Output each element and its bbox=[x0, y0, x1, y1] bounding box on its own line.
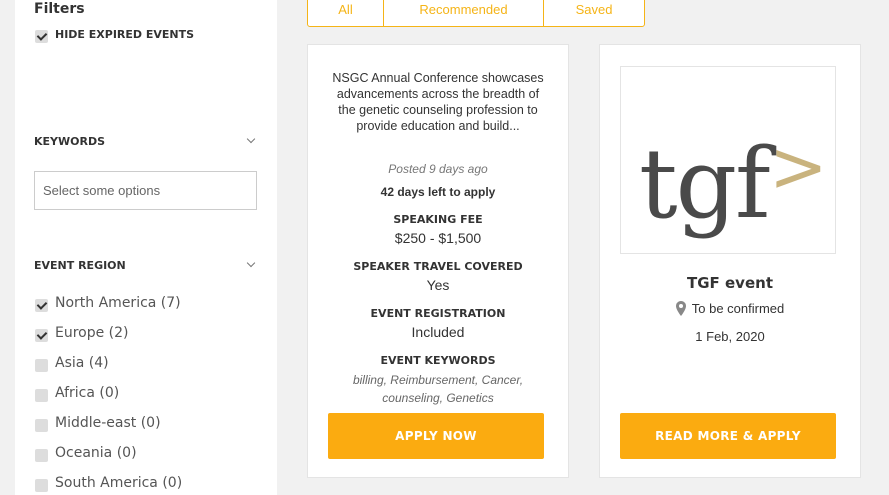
event-region-section-title[interactable]: EVENT REGION bbox=[34, 259, 126, 272]
event-logo[interactable]: tgf > bbox=[620, 66, 836, 254]
filters-sidebar: Filters HIDE EXPIRED EVENTS KEYWORDS EVE… bbox=[15, 0, 277, 495]
region-label[interactable]: Europe (2) bbox=[55, 325, 129, 341]
hide-expired-label[interactable]: HIDE EXPIRED EVENTS bbox=[55, 28, 194, 41]
map-pin-icon bbox=[675, 301, 686, 316]
region-checkbox[interactable] bbox=[35, 359, 48, 372]
region-item-europe[interactable]: Europe (2) bbox=[15, 325, 277, 355]
region-checkbox[interactable] bbox=[35, 449, 48, 462]
region-checkbox[interactable] bbox=[35, 419, 48, 432]
event-location: To be confirmed bbox=[600, 301, 860, 316]
region-label[interactable]: Oceania (0) bbox=[55, 445, 137, 461]
region-label[interactable]: Middle-east (0) bbox=[55, 415, 161, 431]
travel-covered-value: Yes bbox=[426, 277, 450, 293]
event-title[interactable]: TGF event bbox=[600, 274, 860, 292]
region-label[interactable]: Africa (0) bbox=[55, 385, 119, 401]
region-checkbox[interactable] bbox=[35, 479, 48, 492]
tab-all[interactable]: All bbox=[308, 0, 384, 26]
event-description: NSGC Annual Conference showcases advance… bbox=[332, 71, 544, 133]
days-left: 42 days left to apply bbox=[380, 185, 496, 199]
region-item-south-america[interactable]: South America (0) bbox=[15, 475, 277, 495]
event-keywords-value: billing, Reimbursement, Cancer, counseli… bbox=[352, 373, 524, 405]
region-checkbox[interactable] bbox=[35, 389, 48, 402]
event-card[interactable]: NSGC Annual Conference showcases advance… bbox=[307, 44, 569, 478]
read-more-apply-button[interactable]: READ MORE & APPLY bbox=[620, 413, 836, 459]
posted-time: Posted 9 days ago bbox=[388, 162, 488, 176]
region-item-middle-east[interactable]: Middle-east (0) bbox=[15, 415, 277, 445]
region-label[interactable]: Asia (4) bbox=[55, 355, 109, 371]
keywords-select-input[interactable] bbox=[34, 171, 257, 210]
chevron-down-icon[interactable] bbox=[246, 134, 256, 144]
tgf-logo-image: tgf > bbox=[639, 126, 828, 240]
event-keywords-label: EVENT KEYWORDS bbox=[380, 354, 496, 367]
region-checkbox[interactable] bbox=[35, 329, 48, 342]
chevron-down-icon[interactable] bbox=[246, 258, 256, 268]
region-item-oceania[interactable]: Oceania (0) bbox=[15, 445, 277, 475]
tab-saved[interactable]: Saved bbox=[544, 0, 644, 26]
region-label[interactable]: North America (7) bbox=[55, 295, 181, 311]
tab-recommended[interactable]: Recommended bbox=[384, 0, 544, 26]
event-card[interactable]: tgf > TGF event To be confirmed 1 Feb, 2… bbox=[599, 44, 861, 478]
svg-text:tgf: tgf bbox=[639, 128, 777, 240]
region-item-north-america[interactable]: North America (7) bbox=[15, 295, 277, 325]
region-label[interactable]: South America (0) bbox=[55, 475, 182, 491]
speaking-fee-label: SPEAKING FEE bbox=[393, 213, 483, 226]
speaking-fee-value: $250 - $1,500 bbox=[394, 230, 482, 246]
travel-covered-label: SPEAKER TRAVEL COVERED bbox=[353, 260, 523, 273]
event-date: 1 Feb, 2020 bbox=[695, 329, 765, 344]
event-tabs: All Recommended Saved bbox=[307, 0, 645, 27]
filters-title: Filters bbox=[34, 1, 85, 17]
apply-now-button[interactable]: APPLY NOW bbox=[328, 413, 544, 459]
svg-text:>: > bbox=[769, 126, 828, 208]
keywords-section-title[interactable]: KEYWORDS bbox=[34, 135, 105, 148]
region-item-africa[interactable]: Africa (0) bbox=[15, 385, 277, 415]
hide-expired-checkbox[interactable] bbox=[35, 30, 48, 43]
event-location-text: To be confirmed bbox=[691, 301, 785, 316]
region-item-asia[interactable]: Asia (4) bbox=[15, 355, 277, 385]
event-registration-value: Included bbox=[411, 324, 465, 340]
event-registration-label: EVENT REGISTRATION bbox=[370, 307, 506, 320]
region-checkbox[interactable] bbox=[35, 299, 48, 312]
